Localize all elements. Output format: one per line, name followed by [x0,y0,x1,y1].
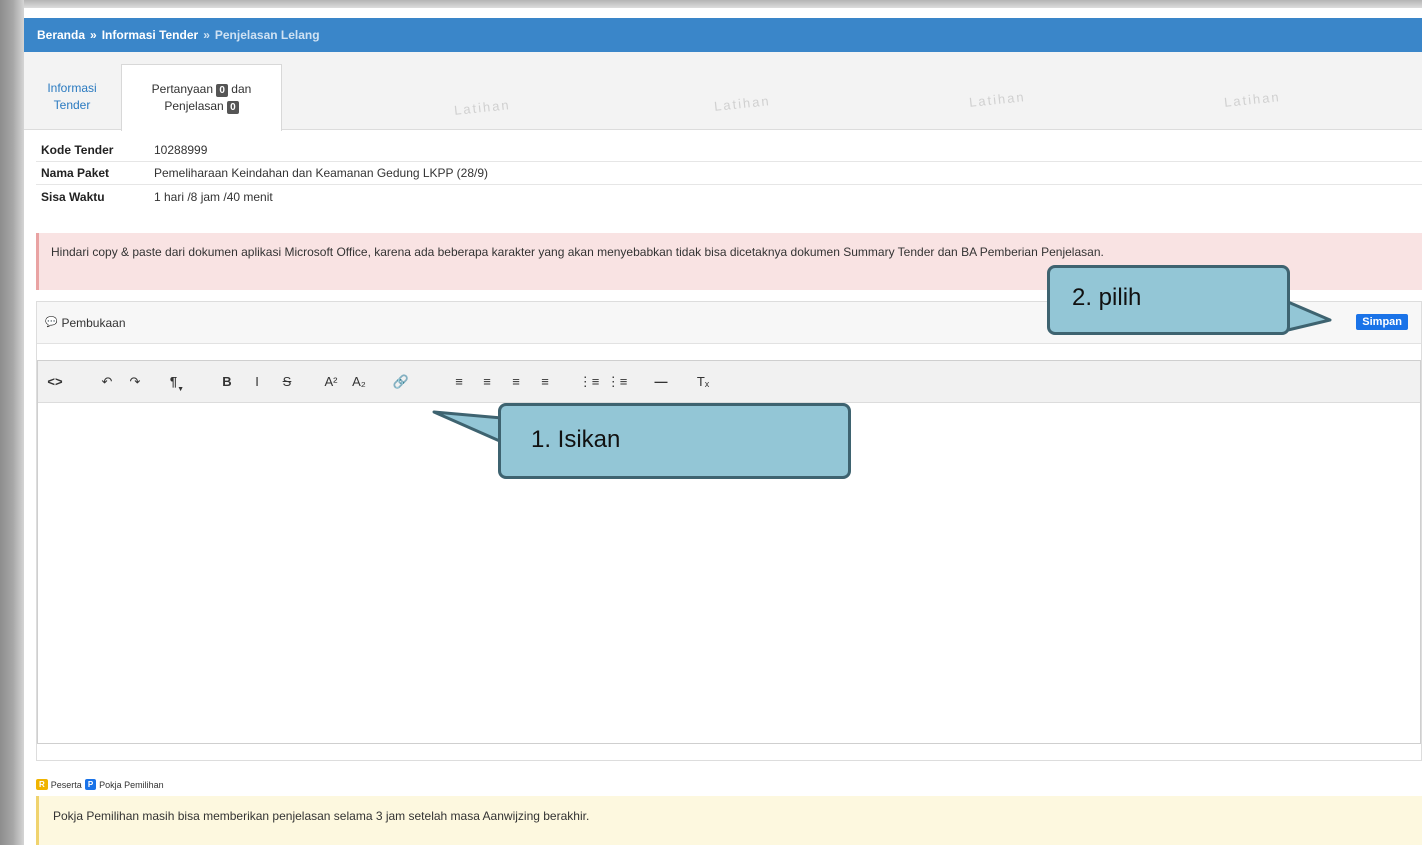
peserta-badge: R [36,779,48,790]
align-left-icon[interactable]: ≡ [448,361,470,403]
question-count-badge: 0 [216,84,228,97]
peserta-label: Peserta [50,779,82,790]
detail-row-sisa: Sisa Waktu 1 hari /8 jam /40 menit [36,185,1422,208]
tabs-bar: Informasi Tender Pertanyaan 0 dan Penjel… [24,52,1422,131]
clear-format-icon[interactable]: Tₓ [692,361,714,403]
role-legend: R Peserta P Pokja Pemilihan [36,779,164,790]
tab-pertanyaan-penjelasan[interactable]: Pertanyaan 0 dan Penjelasan 0 [121,64,282,131]
pembukaan-panel: 💬 Pembukaan Simpan <> ↶ ↷ ¶▼ B I S A² A₂… [36,301,1422,761]
watermark: Latihan [453,97,512,118]
tab-label-line1: Informasi [47,81,97,95]
editor-toolbar: <> ↶ ↷ ¶▼ B I S A² A₂ 🔗 ≡ ≡ ≡ ≡ ⋮≡ ⋮≡ — [38,361,1420,403]
paragraph-format-icon[interactable]: ¶▼ [166,361,188,403]
redo-icon[interactable]: ↷ [124,361,146,403]
strikethrough-icon[interactable]: S [276,361,298,403]
tab-label-line2: Tender [53,98,91,112]
link-icon[interactable]: 🔗 [390,361,412,403]
superscript-icon[interactable]: A² [320,361,342,403]
comments-icon: 💬 [45,317,58,328]
tab-informasi-tender[interactable]: Informasi Tender [32,80,112,114]
italic-icon[interactable]: I [246,361,268,403]
breadcrumb-home[interactable]: Beranda [37,28,85,42]
top-shadow [0,0,1422,8]
detail-value: Pemeliharaan Keindahan dan Keamanan Gedu… [154,166,489,180]
callout-step-2: 2. pilih [1047,265,1290,335]
breadcrumb-separator: » [203,28,210,42]
subscript-icon[interactable]: A₂ [348,361,370,403]
watermark: Latihan [713,93,772,114]
align-justify-icon[interactable]: ≡ [534,361,556,403]
screenshot-frame: Beranda » Informasi Tender » Penjelasan … [0,0,1422,845]
tab-label: Pertanyaan [151,82,214,96]
align-right-icon[interactable]: ≡ [505,361,527,403]
callout-pointer [1286,300,1332,332]
watermark: Latihan [1223,89,1282,110]
breadcrumb: Beranda » Informasi Tender » Penjelasan … [24,18,1422,52]
detail-label: Nama Paket [41,166,110,180]
left-shadow [0,0,24,845]
detail-row-nama: Nama Paket Pemeliharaan Keindahan dan Ke… [36,162,1422,185]
tab-label: Penjelasan [164,99,224,113]
answer-count-badge: 0 [227,101,239,114]
save-button[interactable]: Simpan [1356,314,1408,330]
breadcrumb-section[interactable]: Informasi Tender [102,28,198,42]
code-view-icon[interactable]: <> [44,361,66,403]
numbered-list-icon[interactable]: ⋮≡ [606,361,628,403]
align-center-icon[interactable]: ≡ [476,361,498,403]
detail-row-kode: Kode Tender 10288999 [36,139,1422,162]
detail-value: 10288999 [154,143,208,157]
pokja-badge: P [84,779,97,790]
breadcrumb-current: Penjelasan Lelang [214,28,320,42]
breadcrumb-separator: » [90,28,97,42]
watermark: Latihan [968,89,1027,110]
horizontal-rule-icon[interactable]: — [650,361,672,403]
bold-icon[interactable]: B [216,361,238,403]
aanwijzing-notice: Pokja Pemilihan masih bisa memberikan pe… [36,796,1422,845]
tab-label: dan [231,82,252,96]
undo-icon[interactable]: ↶ [96,361,118,403]
detail-label: Sisa Waktu [41,189,105,204]
detail-value: 1 hari /8 jam /40 menit [154,189,273,204]
callout-pointer [432,410,502,444]
panel-title: Pembukaan [61,315,126,330]
tender-details: Kode Tender 10288999 Nama Paket Pemeliha… [36,139,1422,208]
bullet-list-icon[interactable]: ⋮≡ [578,361,600,403]
callout-step-1: 1. Isikan [498,403,851,479]
pokja-label: Pokja Pemilihan [99,779,164,790]
detail-label: Kode Tender [41,143,114,157]
